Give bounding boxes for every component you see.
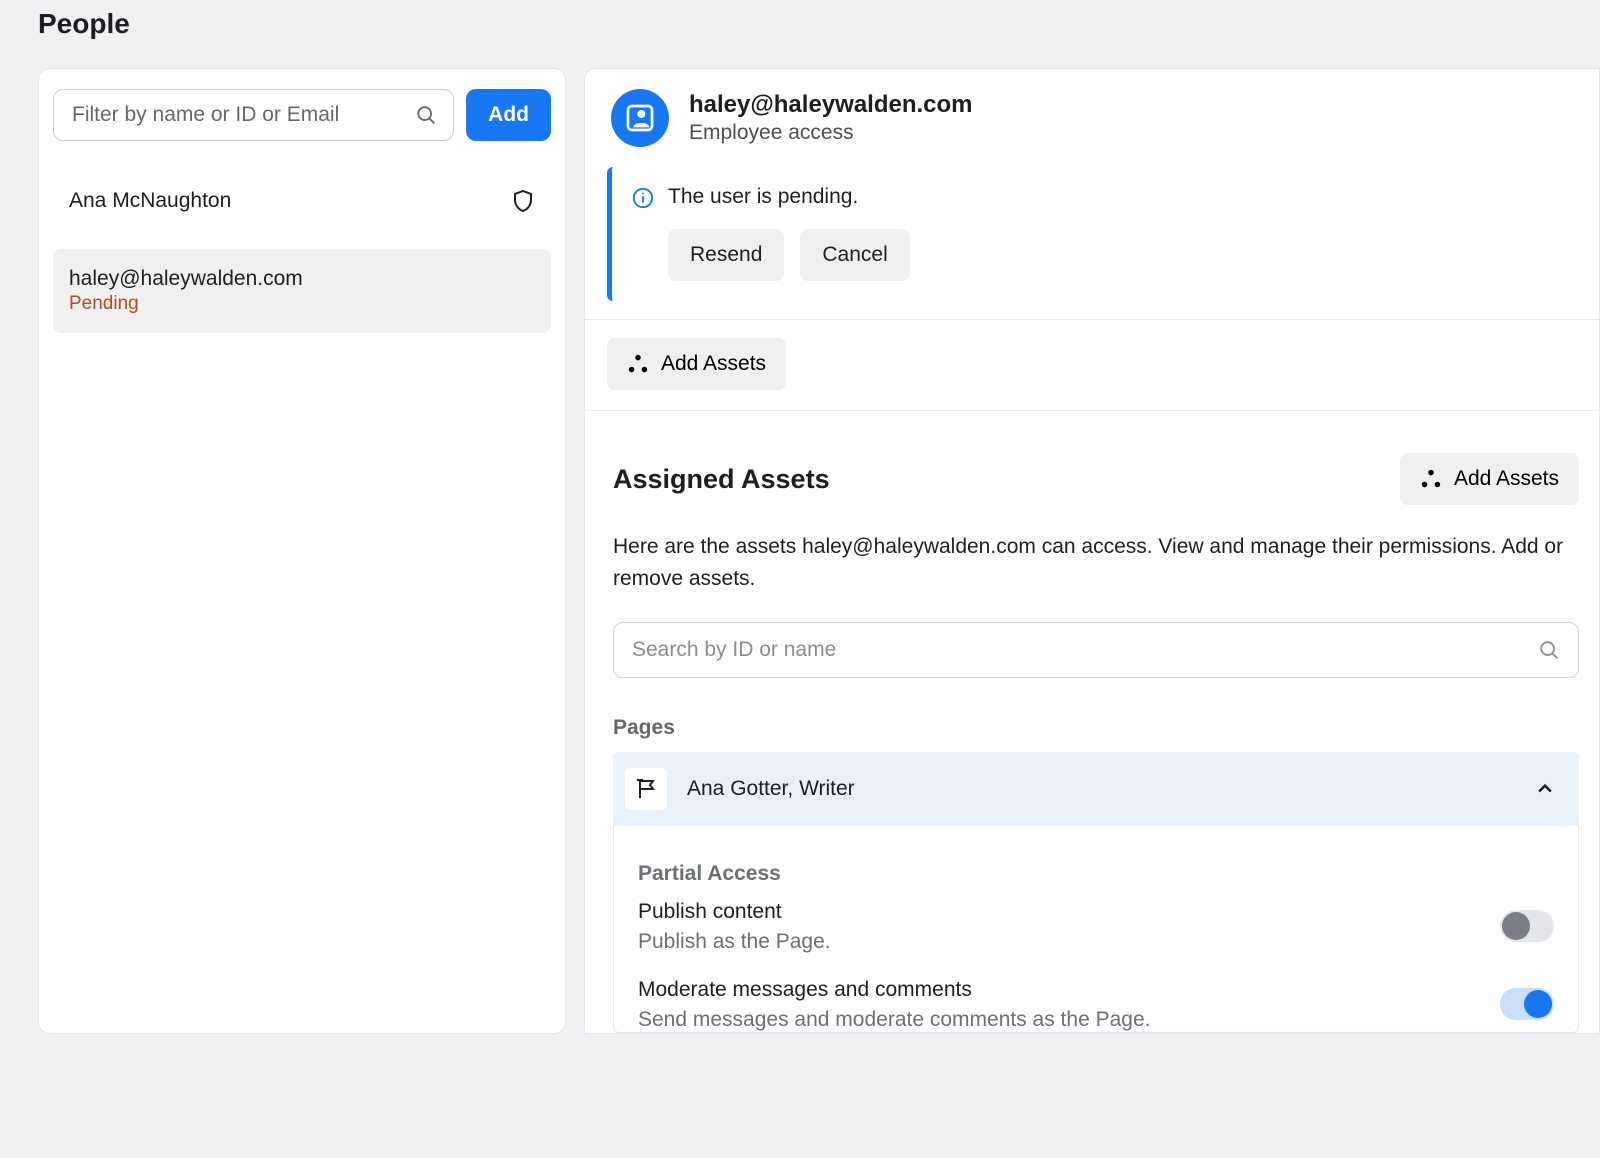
person-row[interactable]: Ana McNaughton — [53, 171, 551, 231]
filter-input-wrap[interactable] — [53, 89, 454, 141]
avatar — [611, 89, 669, 147]
pending-alert: The user is pending. Resend Cancel — [607, 167, 1597, 301]
toggle-moderate-messages[interactable] — [1500, 988, 1554, 1020]
person-status: Pending — [69, 293, 303, 315]
search-icon — [1538, 639, 1560, 661]
add-assets-button[interactable]: Add Assets — [607, 338, 786, 390]
permission-row: Publish content Publish as the Page. — [638, 900, 1554, 954]
shield-icon — [511, 189, 535, 213]
assets-icon — [627, 353, 649, 375]
add-assets-label: Add Assets — [1454, 467, 1559, 491]
asset-search-input[interactable] — [632, 638, 1524, 662]
people-panel: Add Ana McNaughton haley@haleywalden.com… — [38, 68, 566, 1034]
detail-panel: haley@haleywalden.com Employee access Th… — [584, 68, 1600, 1034]
filter-input[interactable] — [72, 103, 403, 127]
asset-search-wrap[interactable] — [613, 622, 1579, 678]
pages-label: Pages — [613, 716, 1579, 740]
page-title: People — [0, 0, 1600, 40]
info-icon — [632, 187, 654, 281]
page-item[interactable]: Ana Gotter, Writer — [613, 752, 1579, 826]
add-person-button[interactable]: Add — [466, 89, 551, 141]
permissions-panel: Partial Access Publish content Publish a… — [613, 826, 1579, 1033]
flag-icon — [625, 768, 667, 810]
assets-icon — [1420, 468, 1442, 490]
permission-row: Moderate messages and comments Send mess… — [638, 978, 1554, 1032]
page-name: Ana Gotter, Writer — [687, 777, 1515, 801]
permission-desc: Publish as the Page. — [638, 930, 831, 954]
assigned-description: Here are the assets haley@haleywalden.co… — [613, 531, 1579, 594]
chevron-up-icon[interactable] — [1535, 779, 1555, 799]
search-icon — [415, 104, 437, 126]
person-row[interactable]: haley@haleywalden.com Pending — [53, 249, 551, 333]
permission-desc: Send messages and moderate comments as t… — [638, 1008, 1150, 1032]
assigned-assets-title: Assigned Assets — [613, 464, 830, 495]
person-name: haley@haleywalden.com — [69, 267, 303, 291]
perm-group-title: Partial Access — [638, 862, 1554, 886]
permission-title: Publish content — [638, 900, 831, 924]
add-assets-button-secondary[interactable]: Add Assets — [1400, 453, 1579, 505]
permission-title: Moderate messages and comments — [638, 978, 1150, 1002]
toggle-publish-content[interactable] — [1500, 910, 1554, 942]
person-name: Ana McNaughton — [69, 189, 231, 213]
add-assets-label: Add Assets — [661, 352, 766, 376]
cancel-button[interactable]: Cancel — [800, 229, 909, 281]
resend-button[interactable]: Resend — [668, 229, 784, 281]
user-role: Employee access — [689, 121, 973, 145]
user-email: haley@haleywalden.com — [689, 91, 973, 119]
alert-text: The user is pending. — [668, 185, 910, 209]
